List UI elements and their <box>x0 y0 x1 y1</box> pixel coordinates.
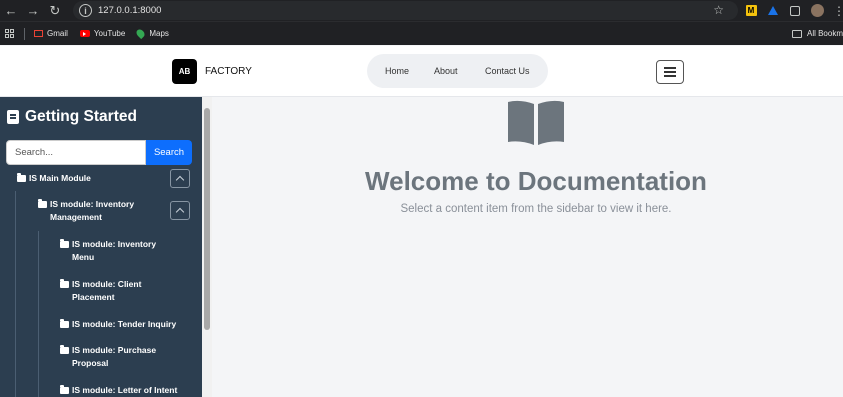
brand-name[interactable]: FACTORY <box>205 66 252 77</box>
scrollbar-thumb[interactable] <box>204 108 210 330</box>
bookmark-gmail[interactable]: Gmail <box>34 29 68 38</box>
browser-toolbar: ← → ↻ i 127.0.0.1:8000 ☆ M ⋮ <box>0 0 843 21</box>
sidebar-scrollbar[interactable] <box>202 97 212 397</box>
folder-open-icon <box>17 173 26 182</box>
search-input[interactable] <box>6 140 146 165</box>
sidebar: Getting Started Search IS Main Module IS… <box>0 97 212 397</box>
tree-item-label: IS module: Purchase Proposal <box>72 345 157 368</box>
nav-about-link[interactable]: About <box>434 66 458 76</box>
bookmarks-bar: Gmail YouTube Maps All Bookm <box>0 21 843 45</box>
tree-item-inventory-menu[interactable]: IS module: Inventory Menu <box>60 238 175 264</box>
tree-guide-line <box>15 191 16 397</box>
tree-item-label: IS Main Module <box>29 173 91 183</box>
sidebar-title: Getting Started <box>7 108 137 126</box>
tree-item-letter-of-intent[interactable]: IS module: Letter of Intent <box>60 384 200 397</box>
site-header: AB FACTORY Home About Contact Us <box>0 46 843 97</box>
tree-item-client-placement[interactable]: IS module: Client Placement <box>60 278 175 304</box>
extensions-puzzle-icon[interactable] <box>784 0 806 21</box>
bookmark-label: Maps <box>149 29 169 38</box>
profile-avatar[interactable] <box>806 0 828 21</box>
folder-open-icon <box>60 279 69 288</box>
more-menu-icon[interactable]: ⋮ <box>828 0 843 21</box>
tree-item-label: IS module: Tender Inquiry <box>72 319 177 329</box>
bookmark-maps[interactable]: Maps <box>135 27 169 40</box>
nav-home-link[interactable]: Home <box>385 66 409 76</box>
tree-item-is-main-module[interactable]: IS Main Module <box>17 172 167 185</box>
folder-open-icon <box>60 385 69 394</box>
back-icon[interactable]: ← <box>0 0 22 21</box>
youtube-icon <box>79 30 90 37</box>
forward-icon[interactable]: → <box>22 0 44 21</box>
tree-item-label: IS module: Inventory Management <box>50 199 135 222</box>
tree-guide-line <box>38 231 39 397</box>
nav-contact-link[interactable]: Contact Us <box>485 66 530 76</box>
sidebar-title-text: Getting Started <box>25 108 137 125</box>
tree-item-tender-inquiry[interactable]: IS module: Tender Inquiry <box>60 318 190 331</box>
folder-icon <box>791 29 802 38</box>
tree-item-inventory-management[interactable]: IS module: Inventory Management <box>38 198 158 224</box>
hamburger-menu-icon[interactable] <box>656 60 684 84</box>
bookmark-label: YouTube <box>93 29 126 38</box>
all-bookmarks[interactable]: All Bookm <box>791 29 843 38</box>
collapse-toggle-button[interactable] <box>170 169 190 188</box>
site-info-icon[interactable]: i <box>79 4 92 17</box>
main-content: Welcome to Documentation Select a conten… <box>212 97 843 397</box>
all-bookmarks-label: All Bookm <box>806 29 843 38</box>
url-text[interactable]: 127.0.0.1:8000 <box>98 5 161 16</box>
bookmarks-separator <box>24 27 25 40</box>
folder-open-icon <box>60 345 69 354</box>
folder-open-icon <box>60 239 69 248</box>
main-nav: Home About Contact Us <box>367 54 548 88</box>
bookmark-youtube[interactable]: YouTube <box>79 29 126 38</box>
folder-open-icon <box>60 319 69 328</box>
welcome-subtitle: Select a content item from the sidebar t… <box>400 203 672 215</box>
welcome-title: Welcome to Documentation <box>365 166 707 196</box>
open-book-icon <box>508 100 564 145</box>
tree-item-label: IS module: Letter of Intent <box>72 385 178 395</box>
tree-item-purchase-proposal[interactable]: IS module: Purchase Proposal <box>60 344 170 370</box>
reload-icon[interactable]: ↻ <box>44 0 66 21</box>
extension-m-icon[interactable]: M <box>740 0 762 21</box>
folder-open-icon <box>38 199 47 208</box>
bookmark-star-icon[interactable]: ☆ <box>713 3 724 17</box>
maps-icon <box>135 27 147 40</box>
gmail-icon <box>34 30 43 37</box>
collapse-toggle-button[interactable] <box>170 201 190 220</box>
address-bar[interactable]: i 127.0.0.1:8000 ☆ <box>73 1 738 20</box>
logo[interactable]: AB <box>172 59 197 84</box>
bookmark-label: Gmail <box>47 29 68 38</box>
tree-item-label: IS module: Client Placement <box>72 279 142 302</box>
search-button[interactable]: Search <box>146 140 192 165</box>
extensions-area: M ⋮ <box>740 0 843 21</box>
book-icon <box>7 110 19 124</box>
tree-item-label: IS module: Inventory Menu <box>72 239 157 262</box>
extension-drive-icon[interactable] <box>762 0 784 21</box>
apps-grid-icon[interactable] <box>5 29 14 38</box>
